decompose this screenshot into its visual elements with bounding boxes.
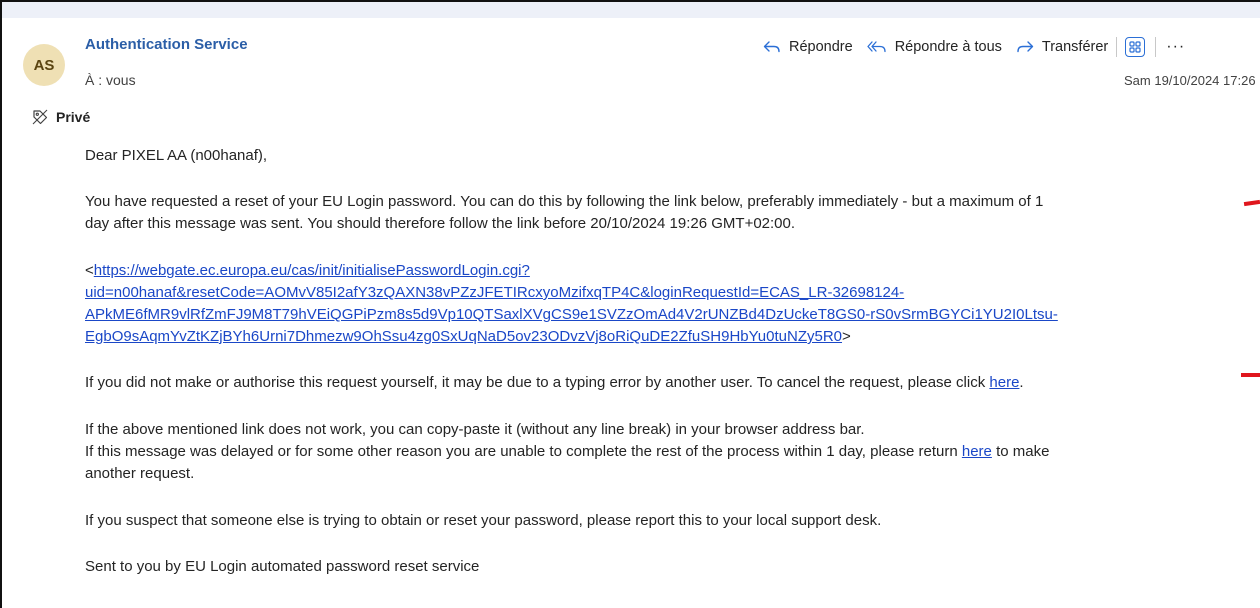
link-close-bracket: >: [842, 328, 851, 345]
toolbar-divider-2: [1155, 37, 1157, 57]
reply-all-label: Répondre à tous: [894, 39, 1002, 55]
paragraph-4: If you suspect that someone else is tryi…: [85, 512, 882, 529]
paragraph-3-line-3: another request.: [85, 465, 195, 482]
message-date: Sam 19/10/2024 17:26: [1124, 73, 1256, 88]
paragraph-2: If you did not make or authorise this re…: [85, 372, 1024, 394]
reset-link-part-3[interactable]: APkME6fMR9vlRfZmFJ9M8T79hVEiQGPiPzm8s5d9…: [85, 306, 1058, 323]
apps-grid-icon: [1129, 41, 1141, 53]
avatar[interactable]: AS: [23, 44, 65, 86]
reset-link-line-3: APkME6fMR9vlRfZmFJ9M8T79hVEiQGPiPzm8s5d9…: [85, 304, 1058, 326]
reply-button[interactable]: Répondre: [763, 39, 853, 55]
return-text-end: to make: [991, 443, 1050, 460]
forward-icon: [1017, 41, 1034, 53]
sensitivity-tag-icon: [32, 109, 48, 125]
link-open-bracket: <: [85, 262, 94, 279]
forward-button[interactable]: Transférer: [1016, 39, 1108, 55]
greeting: Dear PIXEL AA (n00hanaf),: [85, 147, 268, 164]
more-options-button[interactable]: ···: [1166, 38, 1185, 56]
header-band: [2, 2, 1260, 18]
reply-all-icon: [867, 41, 886, 53]
reply-icon: [763, 41, 780, 53]
paragraph-1-line-1: You have requested a reset of your EU Lo…: [85, 193, 1044, 210]
sender-name[interactable]: Authentication Service: [85, 36, 248, 53]
return-text: If this message was delayed or for some …: [85, 443, 962, 460]
reset-link-line-1: <https://webgate.ec.europa.eu/cas/init/i…: [85, 260, 530, 282]
reset-link-line-2: uid=n00hanaf&resetCode=AOMvV85I2afY3zQAX…: [85, 282, 904, 304]
message-actions: Répondre Répondre à tous Transférer ···: [763, 36, 1185, 58]
new-request-link[interactable]: here: [962, 443, 992, 460]
annotation-mark-bottom: [1241, 373, 1260, 377]
paragraph-1-line-2: day after this message was sent. You sho…: [85, 215, 796, 232]
paragraph-3-line-2: If this message was delayed or for some …: [85, 441, 1049, 463]
paragraph-3-line-1: If the above mentioned link does not wor…: [85, 421, 865, 438]
signature: Sent to you by EU Login automated passwo…: [85, 558, 480, 575]
cancel-request-link[interactable]: here: [989, 374, 1019, 391]
reset-link-line-4: EgbO9sAqmYvZtKZjBYh6Urni7Dhmezw9OhSsu4zg…: [85, 326, 851, 348]
recipient-line: À : vous: [85, 72, 136, 88]
sensitivity-text: Privé: [56, 109, 91, 125]
reset-link-part-1[interactable]: https://webgate.ec.europa.eu/cas/init/in…: [94, 262, 530, 279]
cancel-text: If you did not make or authorise this re…: [85, 374, 990, 391]
apps-button[interactable]: [1125, 37, 1146, 57]
cancel-text-end: .: [1019, 374, 1024, 391]
forward-label: Transférer: [1041, 39, 1109, 55]
reply-label: Répondre: [789, 39, 853, 55]
reset-link-part-4[interactable]: EgbO9sAqmYvZtKZjBYh6Urni7Dhmezw9OhSsu4zg…: [85, 328, 842, 345]
sensitivity-label[interactable]: Privé: [31, 108, 90, 126]
toolbar-divider: [1116, 37, 1118, 57]
reply-all-button[interactable]: Répondre à tous: [867, 39, 1002, 55]
reset-link-part-2[interactable]: uid=n00hanaf&resetCode=AOMvV85I2afY3zQAX…: [85, 284, 904, 301]
